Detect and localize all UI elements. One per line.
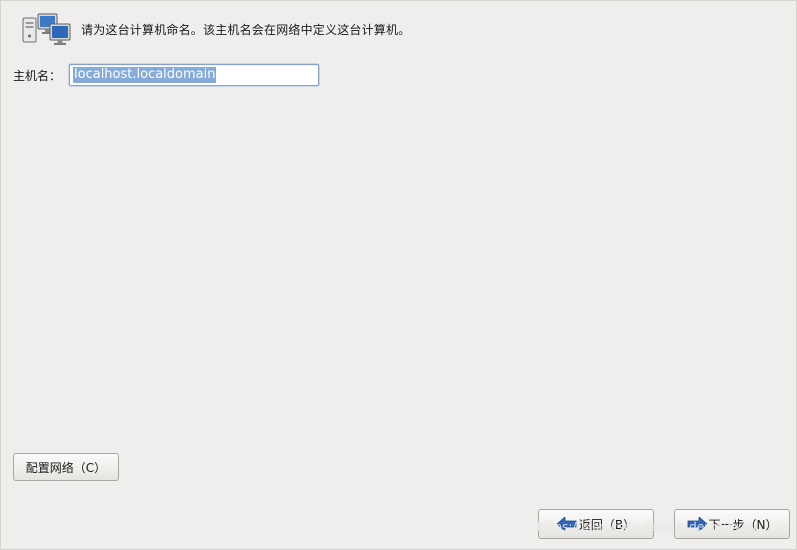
network-computers-icon bbox=[20, 12, 72, 46]
configure-network-button[interactable]: 配置网络（C） bbox=[13, 453, 119, 481]
arrow-right-icon bbox=[687, 516, 708, 532]
configure-network-label: 配置网络（C） bbox=[25, 460, 107, 475]
back-label: 返回（B） bbox=[578, 517, 636, 532]
next-button[interactable]: 下一步（N） bbox=[674, 509, 790, 539]
hostname-row: 主机名： localhost.localdomain bbox=[13, 63, 320, 87]
back-button[interactable]: 返回（B） bbox=[538, 509, 654, 539]
arrow-left-icon bbox=[556, 516, 577, 532]
hostname-label: 主机名： bbox=[13, 68, 62, 83]
hostname-value: localhost.localdomain bbox=[73, 67, 217, 83]
hostname-input[interactable]: localhost.localdomain bbox=[69, 64, 320, 86]
header-instruction: 请为这台计算机命名。该主机名会在网络中定义这台计算机。 bbox=[81, 22, 411, 37]
next-label: 下一步（N） bbox=[708, 517, 778, 532]
header: 请为这台计算机命名。该主机名会在网络中定义这台计算机。 bbox=[20, 12, 410, 46]
installer-window: 请为这台计算机命名。该主机名会在网络中定义这台计算机。 主机名： localho… bbox=[0, 0, 797, 550]
